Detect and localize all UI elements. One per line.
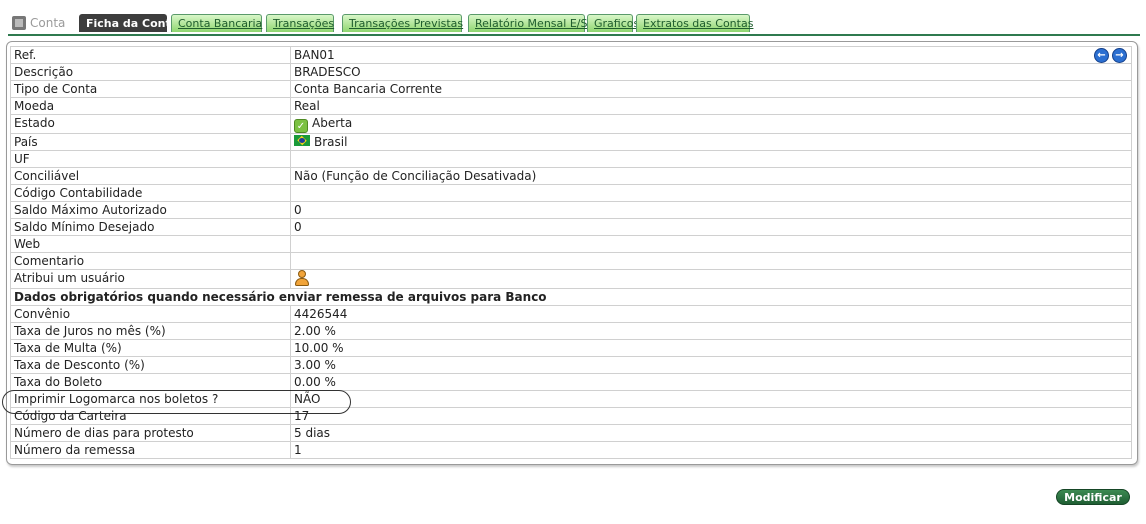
field-value: NÃO: [290, 390, 1132, 408]
field-value: 4426544: [290, 305, 1132, 323]
tab-bar: Conta Ficha da Conta Conta Bancaria Tran…: [8, 12, 1140, 36]
field-value: 0: [290, 201, 1132, 219]
table-row: País Brasil: [10, 133, 1132, 151]
table-row: Código da Carteira 17: [10, 407, 1132, 425]
field-value: 3.00 %: [290, 356, 1132, 374]
status-text: Aberta: [312, 116, 353, 130]
tab-home-label: Conta: [30, 16, 66, 30]
field-value-pais: Brasil: [290, 133, 1132, 151]
account-details-table: Ref. BAN01 Descrição BRADESCO Tipo de Co…: [10, 46, 1132, 459]
field-label: Atribui um usuário: [10, 269, 291, 289]
table-row: Taxa de Juros no mês (%) 2.00 %: [10, 322, 1132, 340]
field-label: Estado: [10, 114, 291, 134]
arrow-left-icon[interactable]: ←: [1094, 48, 1109, 63]
field-value: [290, 184, 1132, 202]
tab-relatorio-mensal[interactable]: Relatório Mensal E/S: [468, 14, 587, 32]
table-row: Saldo Mínimo Desejado 0: [10, 218, 1132, 236]
field-value: 2.00 %: [290, 322, 1132, 340]
field-value: Não (Função de Conciliação Desativada): [290, 167, 1132, 185]
field-label: País: [10, 133, 291, 151]
field-label: Conciliável: [10, 167, 291, 185]
section-header-row: Dados obrigatórios quando necessário env…: [10, 288, 1132, 306]
brazil-flag-icon: [294, 135, 310, 146]
field-label: Ref.: [10, 46, 291, 64]
table-row: Moeda Real: [10, 97, 1132, 115]
field-value: BAN01: [290, 46, 1132, 64]
tab-graficos[interactable]: Graficos: [587, 14, 639, 32]
field-value-estado: ✓ Aberta: [290, 114, 1132, 134]
field-value: 0: [290, 218, 1132, 236]
tab-home[interactable]: Conta: [12, 14, 65, 32]
tab-transacoes[interactable]: Transações: [266, 14, 334, 32]
field-label: Tipo de Conta: [10, 80, 291, 98]
table-row: Taxa do Boleto 0.00 %: [10, 373, 1132, 391]
tab-conta-bancaria[interactable]: Conta Bancaria: [171, 14, 262, 32]
field-label: Código da Carteira: [10, 407, 291, 425]
field-label: UF: [10, 150, 291, 168]
field-value: Real: [290, 97, 1132, 115]
modify-button[interactable]: Modificar: [1056, 489, 1130, 505]
field-value: BRADESCO: [290, 63, 1132, 81]
section-title: Dados obrigatórios quando necessário env…: [10, 288, 1132, 306]
table-row: Atribui um usuário: [10, 269, 1132, 289]
table-row: Estado ✓ Aberta: [10, 114, 1132, 134]
field-label: Descrição: [10, 63, 291, 81]
record-navigation: ← →: [1094, 48, 1127, 63]
field-value: 5 dias: [290, 424, 1132, 442]
field-label: Moeda: [10, 97, 291, 115]
field-value: 10.00 %: [290, 339, 1132, 357]
field-value: 17: [290, 407, 1132, 425]
field-value: [290, 252, 1132, 270]
field-value: [290, 235, 1132, 253]
field-label: Taxa de Desconto (%): [10, 356, 291, 374]
table-row: Código Contabilidade: [10, 184, 1132, 202]
arrow-right-icon[interactable]: →: [1112, 48, 1127, 63]
field-label: Convênio: [10, 305, 291, 323]
field-label: Web: [10, 235, 291, 253]
table-row: Taxa de Multa (%) 10.00 %: [10, 339, 1132, 357]
field-label: Número da remessa: [10, 441, 291, 459]
account-icon: [12, 16, 26, 30]
table-row: UF: [10, 150, 1132, 168]
table-row: Ref. BAN01: [10, 46, 1132, 64]
field-label: Saldo Máximo Autorizado: [10, 201, 291, 219]
country-text: Brasil: [314, 135, 348, 149]
field-label: Número de dias para protesto: [10, 424, 291, 442]
tab-ficha-da-conta[interactable]: Ficha da Conta: [79, 14, 178, 32]
field-value: [290, 150, 1132, 168]
table-row: Comentario: [10, 252, 1132, 270]
field-label: Saldo Mínimo Desejado: [10, 218, 291, 236]
table-row: Tipo de Conta Conta Bancaria Corrente: [10, 80, 1132, 98]
field-value: 1: [290, 441, 1132, 459]
field-label: Taxa do Boleto: [10, 373, 291, 391]
field-label: Código Contabilidade: [10, 184, 291, 202]
field-label: Imprimir Logomarca nos boletos ?: [10, 390, 291, 408]
field-value-usuario: [290, 269, 1132, 289]
table-row: Número de dias para protesto 5 dias: [10, 424, 1132, 442]
field-label: Taxa de Multa (%): [10, 339, 291, 357]
table-row: Web: [10, 235, 1132, 253]
table-row: Conciliável Não (Função de Conciliação D…: [10, 167, 1132, 185]
tab-extratos-das-contas[interactable]: Extratos das Contas: [636, 14, 753, 32]
field-value: Conta Bancaria Corrente: [290, 80, 1132, 98]
green-check-icon: ✓: [294, 119, 308, 133]
table-row: Imprimir Logomarca nos boletos ? NÃO: [10, 390, 1132, 408]
table-row: Descrição BRADESCO: [10, 63, 1132, 81]
table-row: Saldo Máximo Autorizado 0: [10, 201, 1132, 219]
field-value: 0.00 %: [290, 373, 1132, 391]
tab-transacoes-previstas[interactable]: Transações Previstas: [342, 14, 463, 32]
table-row: Número da remessa 1: [10, 441, 1132, 459]
table-row: Convênio 4426544: [10, 305, 1132, 323]
table-row: Taxa de Desconto (%) 3.00 %: [10, 356, 1132, 374]
field-label: Comentario: [10, 252, 291, 270]
field-label: Taxa de Juros no mês (%): [10, 322, 291, 340]
account-details-panel: Ref. BAN01 Descrição BRADESCO Tipo de Co…: [6, 41, 1138, 465]
user-icon[interactable]: [294, 270, 310, 286]
